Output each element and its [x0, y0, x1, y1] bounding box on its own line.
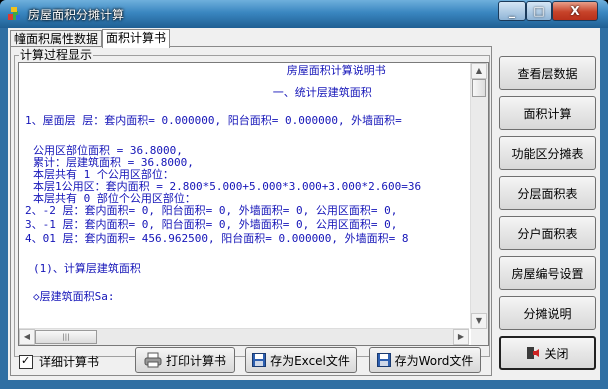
- window-title: 房屋面积分摊计算: [28, 8, 125, 22]
- report-line: (1)、计算层建筑面积: [33, 262, 141, 275]
- window-close-button[interactable]: X: [552, 1, 598, 21]
- title-bar[interactable]: 房屋面积分摊计算 _ □ X: [0, 0, 608, 28]
- scroll-corner: [471, 329, 488, 345]
- client-area: 幢面积属性数据 面积计算书 计算过程显示 房屋面积计算说明书 一、统计层建筑面积…: [8, 28, 600, 380]
- unit-area-table-button[interactable]: 分户面积表: [499, 216, 596, 250]
- floor-area-table-button[interactable]: 分层面积表: [499, 176, 596, 210]
- maximize-icon: □: [533, 4, 545, 18]
- print-report-button[interactable]: 打印计算书: [135, 347, 235, 373]
- detail-option[interactable]: ✓ 详细计算书: [19, 353, 99, 370]
- house-number-settings-button[interactable]: 房屋编号设置: [499, 256, 596, 290]
- minimize-button[interactable]: _: [498, 1, 526, 21]
- scroll-right-icon[interactable]: ▶: [453, 329, 469, 345]
- horizontal-scroll-thumb[interactable]: |||: [35, 330, 97, 344]
- close-icon: X: [570, 4, 580, 18]
- save-word-button[interactable]: 存为Word文件: [369, 347, 481, 373]
- report-line: 1、屋面层 层：套内面积= 0.000000, 阳台面积= 0.000000, …: [25, 114, 402, 127]
- tab-panel: 计算过程显示 房屋面积计算说明书 一、统计层建筑面积 1、屋面层 层：套内面积=…: [10, 46, 492, 376]
- report-section-title: 一、统计层建筑面积: [233, 86, 372, 99]
- scroll-left-icon[interactable]: ◀: [19, 329, 35, 345]
- save-excel-button[interactable]: 存为Excel文件: [245, 347, 357, 373]
- minimize-icon: _: [509, 4, 515, 18]
- tab-area-calculation[interactable]: 面积计算书: [102, 29, 171, 48]
- vertical-scroll-thumb[interactable]: [472, 79, 486, 97]
- side-toolbar: 查看层数据 面积计算 功能区分摊表 分层面积表 分户面积表 房屋编号设置 分摊说…: [499, 28, 596, 380]
- report-text: 房屋面积计算说明书 一、统计层建筑面积 1、屋面层 层：套内面积= 0.0000…: [19, 63, 469, 329]
- group-label: 计算过程显示: [19, 48, 94, 62]
- floppy-disk-icon: [376, 353, 391, 367]
- maximize-button[interactable]: □: [526, 1, 552, 21]
- printer-icon: [144, 352, 162, 368]
- report-line: ◇层建筑面积Sa:: [33, 290, 115, 303]
- report-line: 3、-1 层：套内面积= 0, 阳台面积= 0, 外墙面积= 0, 公用区面积=…: [25, 218, 398, 231]
- share-description-button[interactable]: 分摊说明: [499, 296, 596, 330]
- save-excel-label: 存为Excel文件: [270, 353, 350, 368]
- close-button[interactable]: 关闭: [499, 336, 596, 370]
- check-icon: ✓: [21, 353, 31, 367]
- view-floor-data-button[interactable]: 查看层数据: [499, 56, 596, 90]
- report-line: 4、01 层：套内面积= 456.962500, 阳台面积= 0.000000,…: [25, 232, 409, 245]
- scroll-down-icon[interactable]: ▼: [471, 313, 487, 329]
- scroll-up-icon[interactable]: ▲: [471, 63, 487, 79]
- report-line: 2、-2 层：套内面积= 0, 阳台面积= 0, 外墙面积= 0, 公用区面积=…: [25, 204, 398, 217]
- function-share-table-button[interactable]: 功能区分摊表: [499, 136, 596, 170]
- save-word-label: 存为Word文件: [394, 353, 474, 368]
- area-calc-button[interactable]: 面积计算: [499, 96, 596, 130]
- app-window: 房屋面积分摊计算 _ □ X 幢面积属性数据 面积计算书 计算过程显示 房屋面积…: [0, 0, 608, 389]
- detail-label: 详细计算书: [39, 355, 100, 369]
- vertical-scrollbar[interactable]: ▲ ▼: [470, 63, 488, 329]
- detail-checkbox[interactable]: ✓: [19, 353, 33, 369]
- tab-building-area-data[interactable]: 幢面积属性数据: [10, 30, 103, 47]
- floppy-disk-icon: [252, 353, 267, 367]
- app-icon: [8, 7, 20, 20]
- report-heading: 房屋面积计算说明书: [247, 64, 386, 77]
- calc-process-group: 计算过程显示 房屋面积计算说明书 一、统计层建筑面积 1、屋面层 层：套内面积=…: [14, 48, 490, 357]
- print-label: 打印计算书: [165, 353, 226, 368]
- horizontal-scrollbar[interactable]: ◀ ||| ▶: [19, 328, 469, 345]
- exit-door-icon: [526, 346, 540, 360]
- report-textarea[interactable]: 房屋面积计算说明书 一、统计层建筑面积 1、屋面层 层：套内面积= 0.0000…: [18, 62, 489, 346]
- close-label: 关闭: [544, 346, 569, 361]
